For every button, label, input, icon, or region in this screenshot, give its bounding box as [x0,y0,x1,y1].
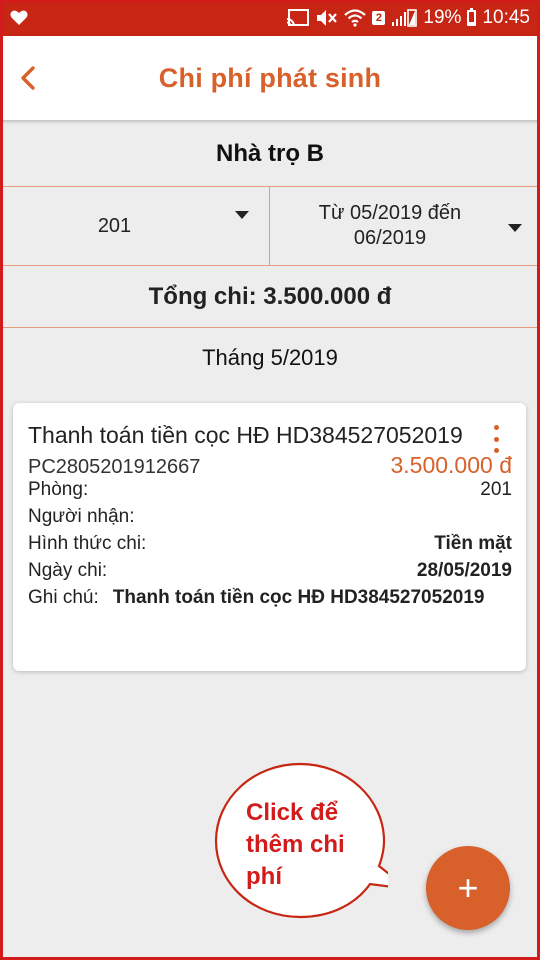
chevron-left-icon [21,66,35,90]
date-range-select[interactable]: Từ 05/2019 đến 06/2019 [270,187,540,265]
date-label: Ngày chi: [28,560,108,581]
expense-code: PC2805201912667 [28,456,201,478]
heart-icon [10,10,28,26]
room-row: Phòng: 201 [28,479,512,501]
expense-card[interactable]: Thanh toán tiền cọc HĐ HD384527052019 PC… [13,403,526,671]
back-button[interactable] [10,58,46,98]
date-value: 28/05/2019 [416,560,512,581]
note-label: Ghi chú: [28,587,99,608]
method-row: Hình thức chi: Tiền mặt [28,533,512,555]
status-bar: 2 19% 10:45 [0,0,540,36]
receiver-row: Người nhận: [28,506,512,528]
signal-icon [391,9,418,27]
house-name: Nhà trọ B [0,122,540,186]
room-select-value: 201 [97,214,132,237]
page-title: Chi phí phát sinh [158,62,382,93]
dropdown-arrow-icon [235,211,249,219]
note-value: Thanh toán tiền cọc HĐ HD384527052019 [112,587,485,608]
month-header: Tháng 5/2019 [202,345,338,370]
room-select[interactable]: 201 [0,187,270,265]
hint-callout-text: Click để thêm chi phí [246,799,345,890]
room-value: 201 [480,479,512,500]
note-row: Ghi chú: Thanh toán tiền cọc HĐ HD384527… [28,587,512,609]
more-options-icon[interactable] [490,425,502,453]
expense-amount: 3.500.000 đ [390,452,512,478]
dropdown-arrow-icon [508,224,522,232]
expense-code-row: PC2805201912667 3.500.000 đ [28,452,512,479]
plus-icon: + [457,867,479,908]
room-label: Phòng: [28,479,89,500]
battery-percent: 19% [423,7,462,28]
method-value: Tiền mặt [434,533,512,554]
app-bar: Chi phí phát sinh [0,36,540,120]
wifi-icon [344,9,367,27]
add-expense-button[interactable]: + [426,846,510,930]
method-label: Hình thức chi: [28,533,147,554]
battery-icon [467,8,477,26]
receiver-label: Người nhận: [28,506,135,527]
expense-title: Thanh toán tiền cọc HĐ HD384527052019 [28,422,463,448]
date-range-value: Từ 05/2019 đến 06/2019 [318,202,462,249]
clock: 10:45 [482,7,530,28]
total-expense: Tổng chi: 3.500.000 đ [0,266,540,328]
mute-icon [316,9,338,27]
filter-bar: 201 Từ 05/2019 đến 06/2019 [0,186,540,266]
cast-icon [286,9,310,27]
sim-badge: 2 [372,11,386,25]
date-row: Ngày chi: 28/05/2019 [28,560,512,582]
